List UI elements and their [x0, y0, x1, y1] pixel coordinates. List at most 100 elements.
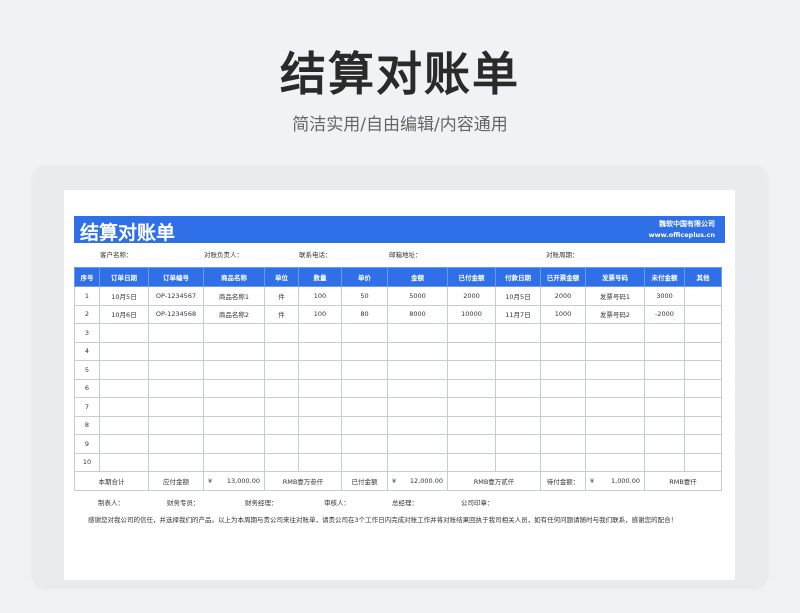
table-cell[interactable]	[585, 341, 645, 361]
table-cell[interactable]	[298, 341, 342, 361]
table-cell[interactable]	[148, 415, 204, 435]
table-cell[interactable]: 8000	[387, 304, 448, 324]
table-cell[interactable]	[387, 360, 448, 380]
table-cell[interactable]	[684, 434, 722, 454]
table-cell[interactable]: 5000	[387, 286, 448, 306]
table-cell[interactable]	[99, 323, 149, 343]
table-cell[interactable]	[495, 323, 541, 343]
table-cell[interactable]	[495, 397, 541, 417]
table-cell[interactable]	[684, 397, 722, 417]
table-cell[interactable]: 发票号码1	[585, 286, 645, 306]
table-cell[interactable]	[585, 378, 645, 398]
table-cell[interactable]: 3000	[644, 286, 685, 306]
table-cell[interactable]	[684, 304, 722, 324]
table-cell[interactable]	[447, 452, 496, 472]
table-cell[interactable]	[298, 415, 342, 435]
table-cell[interactable]	[264, 397, 299, 417]
table-cell[interactable]	[540, 323, 586, 343]
table-cell[interactable]	[644, 378, 685, 398]
table-cell[interactable]	[203, 323, 265, 343]
table-cell[interactable]	[264, 378, 299, 398]
table-cell[interactable]: 100	[298, 304, 342, 324]
table-cell[interactable]: 2	[74, 304, 100, 324]
table-cell[interactable]	[387, 452, 448, 472]
table-cell[interactable]	[99, 341, 149, 361]
table-cell[interactable]	[264, 360, 299, 380]
table-cell[interactable]	[148, 397, 204, 417]
table-cell[interactable]	[540, 341, 586, 361]
table-cell[interactable]	[495, 341, 541, 361]
table-cell[interactable]	[264, 323, 299, 343]
table-cell[interactable]	[203, 415, 265, 435]
table-cell[interactable]	[585, 452, 645, 472]
table-cell[interactable]: 50	[341, 286, 388, 306]
table-cell[interactable]	[447, 360, 496, 380]
table-cell[interactable]	[148, 378, 204, 398]
table-cell[interactable]	[264, 341, 299, 361]
table-cell[interactable]: 2000	[447, 286, 496, 306]
table-cell[interactable]	[585, 360, 645, 380]
table-cell[interactable]: 件	[264, 304, 299, 324]
table-cell[interactable]	[540, 452, 586, 472]
table-cell[interactable]: OP-1234567	[148, 286, 204, 306]
table-cell[interactable]: 商品名称2	[203, 304, 265, 324]
table-cell[interactable]: 5	[74, 360, 100, 380]
table-cell[interactable]	[99, 452, 149, 472]
table-cell[interactable]	[298, 397, 342, 417]
table-cell[interactable]	[99, 434, 149, 454]
table-cell[interactable]: OP-1234568	[148, 304, 204, 324]
table-cell[interactable]	[341, 378, 388, 398]
table-cell[interactable]	[341, 415, 388, 435]
table-cell[interactable]: 4	[74, 341, 100, 361]
table-cell[interactable]: 10月6日	[99, 304, 149, 324]
table-cell[interactable]	[644, 323, 685, 343]
table-cell[interactable]	[447, 397, 496, 417]
table-cell[interactable]: 9	[74, 434, 100, 454]
table-cell[interactable]	[203, 397, 265, 417]
table-cell[interactable]	[540, 397, 586, 417]
table-cell[interactable]	[298, 452, 342, 472]
table-cell[interactable]: 10月5日	[495, 286, 541, 306]
table-cell[interactable]	[341, 452, 388, 472]
table-cell[interactable]	[298, 360, 342, 380]
table-cell[interactable]	[684, 323, 722, 343]
table-cell[interactable]	[684, 415, 722, 435]
table-cell[interactable]	[148, 341, 204, 361]
table-cell[interactable]	[540, 434, 586, 454]
table-cell[interactable]: 2000	[540, 286, 586, 306]
table-cell[interactable]: 6	[74, 378, 100, 398]
table-cell[interactable]	[148, 323, 204, 343]
table-cell[interactable]	[684, 378, 722, 398]
table-cell[interactable]	[447, 415, 496, 435]
table-cell[interactable]	[644, 434, 685, 454]
table-cell[interactable]	[684, 360, 722, 380]
table-cell[interactable]	[99, 415, 149, 435]
table-cell[interactable]	[495, 415, 541, 435]
table-cell[interactable]: 1	[74, 286, 100, 306]
table-cell[interactable]	[99, 397, 149, 417]
table-cell[interactable]	[203, 341, 265, 361]
table-cell[interactable]: 1000	[540, 304, 586, 324]
table-cell[interactable]: 10	[74, 452, 100, 472]
table-cell[interactable]: 发票号码2	[585, 304, 645, 324]
table-cell[interactable]: 10000	[447, 304, 496, 324]
table-cell[interactable]	[298, 434, 342, 454]
table-cell[interactable]	[99, 360, 149, 380]
table-cell[interactable]	[298, 378, 342, 398]
table-cell[interactable]	[684, 341, 722, 361]
table-cell[interactable]	[148, 360, 204, 380]
table-cell[interactable]	[99, 378, 149, 398]
table-cell[interactable]	[644, 452, 685, 472]
table-cell[interactable]	[341, 434, 388, 454]
table-cell[interactable]	[644, 415, 685, 435]
table-cell[interactable]	[148, 434, 204, 454]
table-cell[interactable]	[684, 286, 722, 306]
table-cell[interactable]	[341, 360, 388, 380]
table-cell[interactable]	[540, 415, 586, 435]
table-cell[interactable]	[644, 360, 685, 380]
table-cell[interactable]	[341, 323, 388, 343]
table-cell[interactable]: 商品名称1	[203, 286, 265, 306]
table-cell[interactable]	[495, 434, 541, 454]
table-cell[interactable]	[540, 378, 586, 398]
table-cell[interactable]	[203, 378, 265, 398]
